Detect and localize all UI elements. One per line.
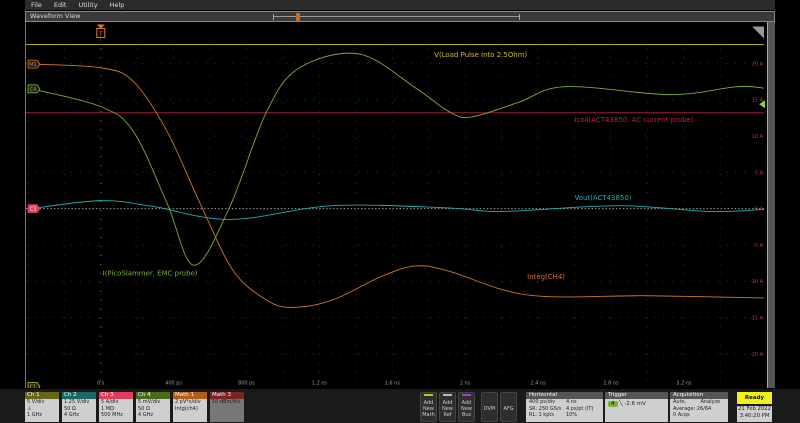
add-math-label: Add New Math [422,400,435,418]
add-new-math-button[interactable]: Add New Math [420,392,437,422]
afg-button[interactable]: AFG [500,392,517,422]
menu-help[interactable]: Help [110,1,125,9]
date: 21 Feb 2022 [738,406,771,412]
x-tick-label: 1.6 ns [385,381,401,387]
corner-handle-icon[interactable] [752,26,765,39]
acquisition-panel[interactable]: Acquisition Auto, Analyze Average: 26/64 0 … [670,392,728,422]
y-tick-label: 20 A [752,61,764,67]
y-tick-label: -10 A [750,279,764,285]
menu-utility[interactable]: Utility [78,1,97,9]
add-new-ref-button[interactable]: Add New Ref [439,392,456,422]
run-status-button[interactable]: Ready [737,392,772,404]
dvm-button[interactable]: DVM [481,392,498,422]
trigger-title: Trigger [605,392,668,399]
trigger-position-icon[interactable]: T [96,24,106,38]
channel-badge-ch-1[interactable]: Ch 15 V/div ⏚ 1 GHz [25,392,59,422]
marker-label: C3 [30,207,37,213]
channel-name: Ch 1 [25,392,59,399]
settings-bar: Ch 15 V/div ⏚ 1 GHz Ch 2 1.25 V/div 50 Ω4 GHz… [0,389,800,423]
channel-marker-math1[interactable]: M1 [27,59,41,69]
svg-text:T: T [98,31,103,38]
channel-setting: 10 dBm/div [212,399,241,405]
trace-label-icoil: Icoil(ACT43850, AC current probe) [575,116,694,124]
x-tick-label: 1.2 ns [312,381,328,387]
y-tick-label: 10 A [752,134,764,140]
y-tick-label: 0 A [755,207,764,213]
channel-badge-ch-4[interactable]: Ch 45 mV/div 50 Ω4 GHz [136,392,170,422]
channel-marker-ch3[interactable]: C3 [27,204,41,214]
trace-ch4[interactable] [31,52,764,266]
record-length: RL: 1 kpts [529,412,554,418]
vertical-scrollbar[interactable] [767,22,775,388]
trigger-level: -2.6 mV [624,401,646,407]
x-tick-label: 2.4 ns [530,381,546,387]
horizontal-panel[interactable]: Horizontal 400 ps/div 4 ns SR: 250 GS/s 4 p… [526,392,603,422]
x-tick-label: 400 ps [165,381,182,387]
acquisition-title: Acquisition [670,392,728,399]
x-tick-label: 3.2 ns [676,381,692,387]
x-tick-label: 800 ps [238,381,255,387]
menu-file[interactable]: File [31,1,42,9]
timebase-overview[interactable] [273,14,520,20]
add-new-bus-button[interactable]: Add New Bus [458,392,475,422]
trace-label-ch2: Vout(ACT43850) [575,194,632,202]
channel-marker-ch1[interactable]: C1 [27,382,41,388]
channel-badge-ch-3[interactable]: Ch 35 A/div 1 MΩ 500 MHz [99,392,133,422]
afg-label: AFG [503,406,514,412]
marker-label: C1 [30,385,37,388]
channel-name: Math 1 [173,392,207,399]
menu-edit[interactable]: Edit [54,1,67,9]
channel-setting [175,412,207,419]
acq-count: 0 Acqs [673,412,690,418]
add-ref-label: Add New Ref [442,400,453,418]
view-title: Waveform View [30,12,81,20]
dvm-label: DVM [483,406,496,412]
channel-name: Math 3 [210,392,244,399]
channel-setting: 4 GHz [138,412,154,418]
add-bus-label: Add New Bus [461,400,472,418]
marker-label: M1 [29,62,36,68]
trigger-position: 10% [566,412,578,418]
trace-ch2[interactable] [31,200,764,220]
falling-edge-icon: ╲ [619,401,623,407]
x-tick-label: 0 s [97,381,105,387]
y-tick-label: -5 A [753,243,764,249]
x-tick-label: 2 ns [460,381,471,387]
channel-name: Ch 3 [99,392,133,399]
channel-setting: 500 MHz [101,412,123,418]
channel-badge-math-1[interactable]: Math 12 pV*s/div Intg(ch4) [173,392,207,422]
y-tick-label: -15 A [750,316,764,322]
waveform-display[interactable]: V(Load Pulse into 2.5Ohm) Icoil(ACT43850,… [25,22,775,388]
time: 3:40:20 PM [739,413,770,419]
date-time: 21 Feb 2022 3:40:20 PM [737,406,772,422]
menu-bar: File Edit Utility Help [25,0,775,10]
marker-label: C4 [30,87,37,93]
channel-badge-ch-2[interactable]: Ch 2 1.25 V/div 50 Ω4 GHz [62,392,96,422]
trigger-source-badge: 4 [608,401,618,407]
channel-setting: 4 GHz [64,412,80,418]
channel-setting [212,412,244,419]
trigger-panel[interactable]: Trigger 4 ╲ -2.6 mV [605,392,668,422]
x-tick-label: 2.8 ns [603,381,619,387]
channel-marker-ch4[interactable]: C4 [27,84,41,94]
channel-badge-math-3[interactable]: Math 3 10 dBm/div [210,392,244,422]
channel-setting: 1 GHz [27,412,43,418]
channel-name: Ch 2 [62,392,96,399]
trace-label-ch4: I(PicoSlammer, EMC probe) [103,269,198,277]
trace-label-ch1: V(Load Pulse into 2.5Ohm) [434,51,527,59]
channel-name: Ch 4 [136,392,170,399]
trace-label-math1: Integ(CH4) [527,273,565,281]
horizontal-title: Horizontal [526,392,603,399]
y-tick-label: -20 A [750,352,764,358]
y-tick-label: 5 A [755,170,764,176]
overview-trigger-marker [296,13,300,21]
